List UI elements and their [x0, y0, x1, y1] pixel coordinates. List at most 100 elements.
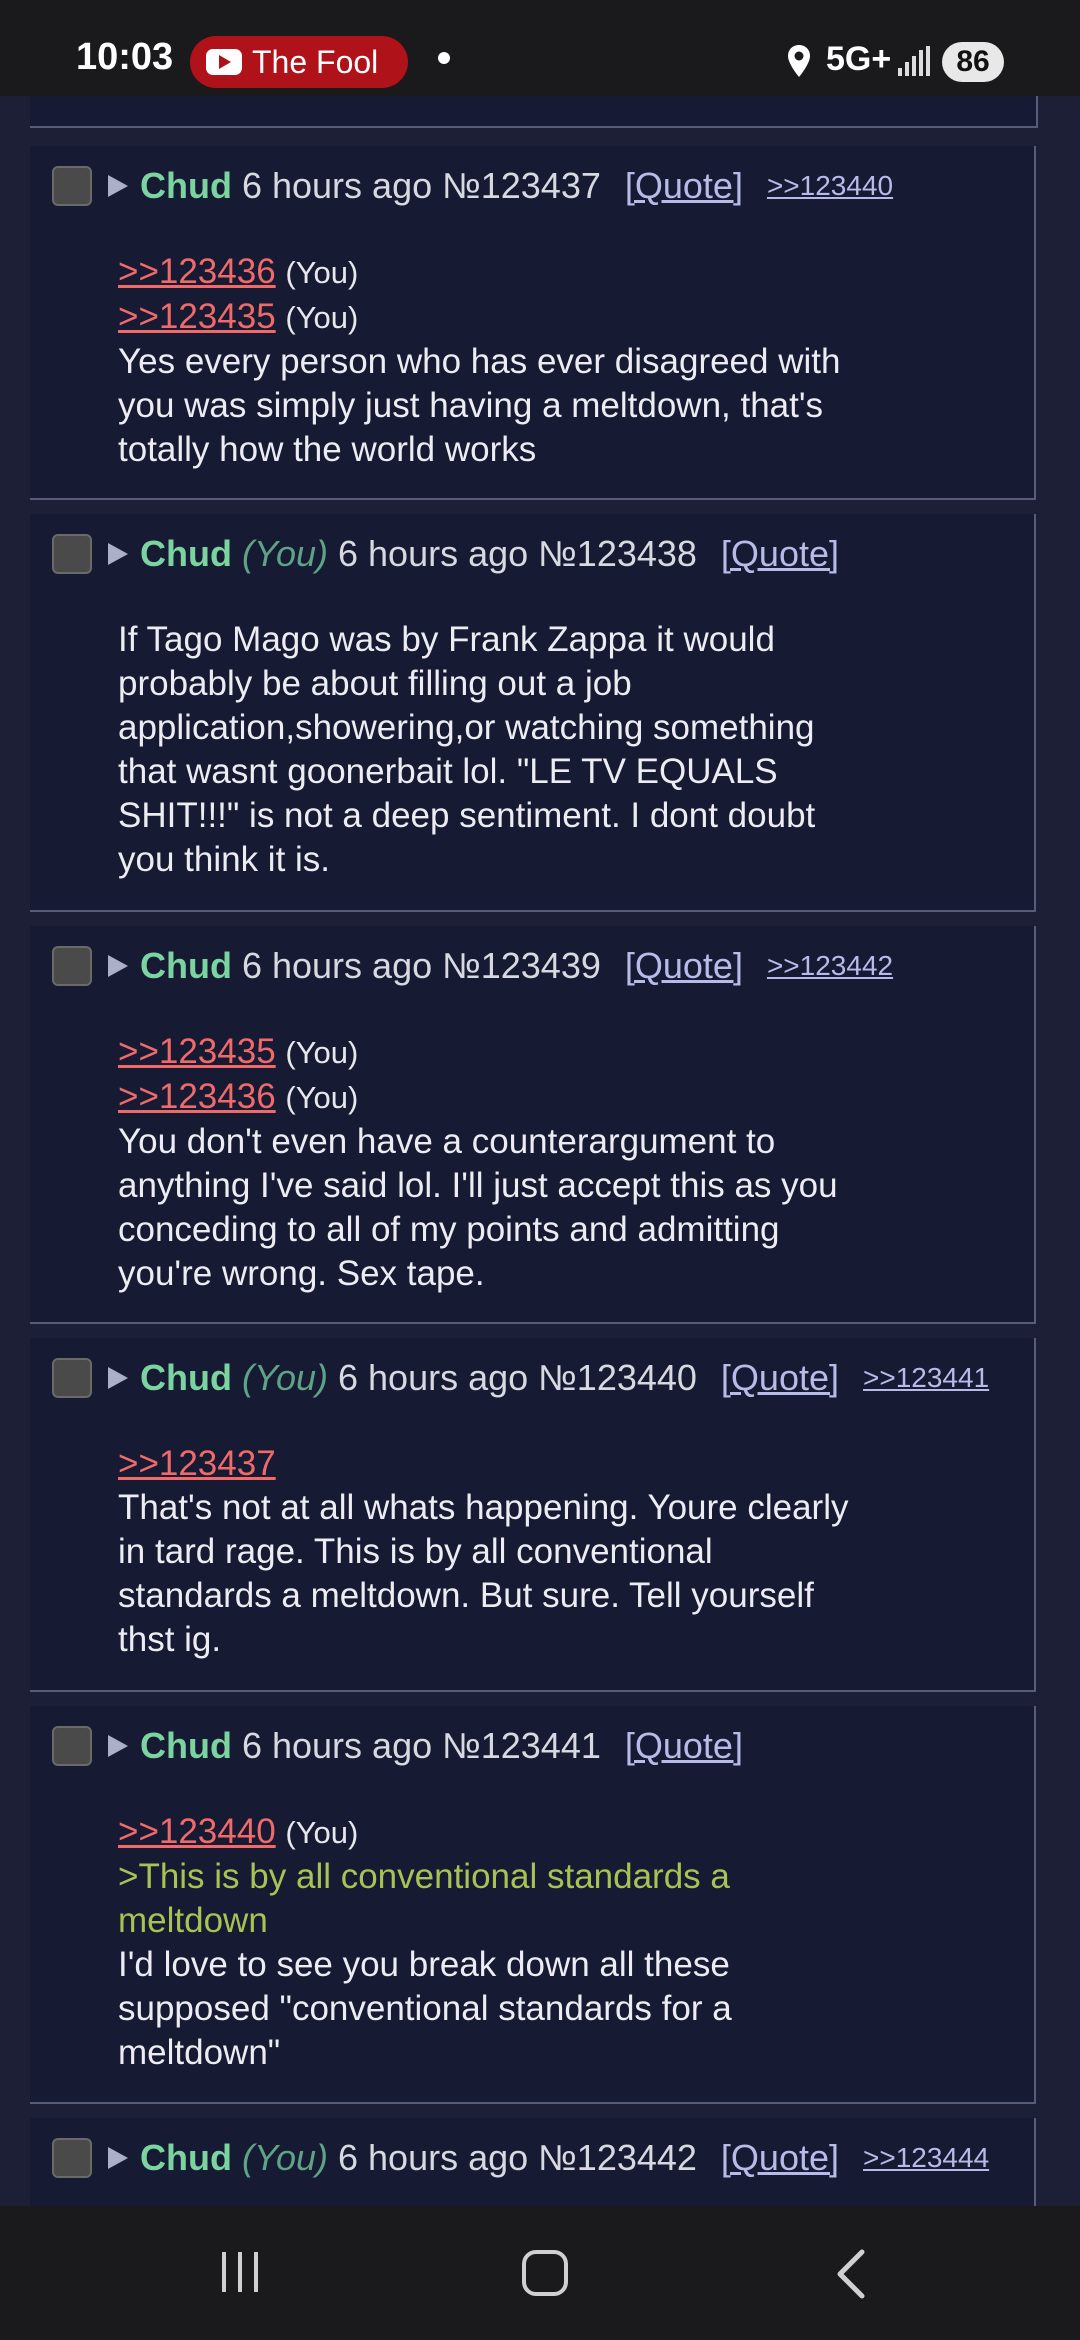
greentext-line: >This is by all conventional standards a	[118, 1857, 730, 1896]
post-body: >>123435 (You) >>123436 (You) You don't ev…	[118, 1030, 904, 1296]
poster-name: Chud	[140, 1725, 232, 1766]
you-tag: (You)	[241, 1357, 329, 1398]
post-text: I'd love to see you break down all these	[118, 1945, 730, 1984]
quote-button[interactable]: [Quote]	[625, 165, 743, 207]
post-line: standards a meltdown. But sure. Tell you…	[118, 1574, 904, 1618]
poster-name: Chud	[140, 2137, 232, 2178]
reply-backlink[interactable]: >>123440	[767, 170, 893, 202]
post-time: 6 hours ago	[241, 1725, 433, 1766]
post-line: >>123437	[118, 1442, 904, 1486]
post-text: meltdown"	[118, 2033, 281, 2072]
post-line: Yes every person who has ever disagreed …	[118, 340, 904, 384]
post-line: that wasnt goonerbait lol. "LE TV EQUALS	[118, 750, 904, 794]
previous-post-fragment	[30, 96, 1038, 128]
quote-button[interactable]: [Quote]	[721, 2137, 839, 2179]
reply-backlink[interactable]: >>123441	[863, 1362, 989, 1394]
post-number[interactable]: №123440	[538, 1357, 697, 1399]
post: Chud (You) 6 hours ago №123438 [Quote] If Tag…	[30, 514, 1036, 912]
post-text: SHIT!!!" is not a deep sentiment. I dont…	[118, 796, 816, 835]
quote-reference-link[interactable]: >>123435	[118, 297, 276, 336]
post-text: probably be about filling out a job	[118, 664, 632, 703]
you-tag: (You)	[241, 533, 329, 574]
post-text: If Tago Mago was by Frank Zappa it would	[118, 620, 775, 659]
post-text: You don't even have a counterargument to	[118, 1122, 776, 1161]
post-text: conceding to all of my points and admitt…	[118, 1210, 780, 1249]
post-number[interactable]: №123438	[538, 533, 697, 575]
post-number[interactable]: №123442	[538, 2137, 697, 2179]
post-select-checkbox[interactable]	[52, 166, 92, 206]
notification-dot-icon	[438, 52, 450, 64]
post-text: totally how the world works	[118, 430, 537, 469]
quote-reference-link[interactable]: >>123436	[118, 1077, 276, 1116]
quote-reference-link[interactable]: >>123437	[118, 1444, 276, 1483]
post-number[interactable]: №123439	[442, 945, 601, 987]
youtube-icon	[206, 49, 242, 75]
expand-triangle-icon[interactable]	[108, 2147, 128, 2169]
post-line: conceding to all of my points and admitt…	[118, 1208, 904, 1252]
post-line: You don't even have a counterargument to	[118, 1120, 904, 1164]
expand-triangle-icon[interactable]	[108, 955, 128, 977]
status-time: 10:03	[76, 36, 174, 78]
post-select-checkbox[interactable]	[52, 946, 92, 986]
post-header: Chud 6 hours ago №123439 [Quote] >>123442	[30, 926, 1034, 1006]
post-line: >>123435 (You)	[118, 295, 904, 340]
post-text: application,showering,or watching someth…	[118, 708, 815, 747]
post-text: you're wrong. Sex tape.	[118, 1254, 485, 1293]
post-time: 6 hours ago	[241, 945, 433, 986]
post-text: That's not at all whats happening. Youre…	[118, 1488, 849, 1527]
media-notification-pill[interactable]: The Fool	[190, 36, 408, 88]
reply-backlink[interactable]: >>123442	[767, 950, 893, 982]
post-line: probably be about filling out a job	[118, 662, 904, 706]
quote-button[interactable]: [Quote]	[721, 533, 839, 575]
post-line: supposed "conventional standards for a	[118, 1987, 904, 2031]
you-indicator: (You)	[285, 1035, 359, 1070]
you-indicator: (You)	[285, 1080, 359, 1115]
expand-triangle-icon[interactable]	[108, 175, 128, 197]
status-bar: 10:03 The Fool 5G+ 86	[0, 0, 1080, 96]
post-line: SHIT!!!" is not a deep sentiment. I dont…	[118, 794, 904, 838]
post-body: If Tago Mago was by Frank Zappa it would…	[118, 618, 904, 882]
post-line: application,showering,or watching someth…	[118, 706, 904, 750]
post-select-checkbox[interactable]	[52, 534, 92, 574]
quote-button[interactable]: [Quote]	[721, 1357, 839, 1399]
thread-container[interactable]: Chud 6 hours ago №123437 [Quote] >>123440 >>1…	[0, 96, 1080, 2206]
post-text: you was simply just having a meltdown, t…	[118, 386, 824, 425]
poster-name: Chud	[140, 533, 232, 574]
navigation-bar	[0, 2206, 1080, 2340]
quote-reference-link[interactable]: >>123435	[118, 1032, 276, 1071]
back-button[interactable]	[830, 2248, 870, 2300]
quote-button[interactable]: [Quote]	[625, 945, 743, 987]
post-header: Chud (You) 6 hours ago №123440 [Quote] >>1234…	[30, 1338, 1034, 1418]
post-line: totally how the world works	[118, 428, 904, 472]
post-select-checkbox[interactable]	[52, 1726, 92, 1766]
post-line: I'd love to see you break down all these	[118, 1943, 904, 1987]
post-time: 6 hours ago	[338, 1357, 529, 1398]
expand-triangle-icon[interactable]	[108, 1735, 128, 1757]
post-number[interactable]: №123441	[442, 1725, 601, 1767]
post-header: Chud 6 hours ago №123441 [Quote]	[30, 1706, 1034, 1786]
recents-button[interactable]	[222, 2252, 258, 2292]
expand-triangle-icon[interactable]	[108, 1367, 128, 1389]
you-indicator: (You)	[285, 300, 359, 335]
post-text: supposed "conventional standards for a	[118, 1989, 732, 2028]
post-number[interactable]: №123437	[442, 165, 601, 207]
post-line: you think it is.	[118, 838, 904, 882]
post-text: that wasnt goonerbait lol. "LE TV EQUALS	[118, 752, 778, 791]
post-line: >This is by all conventional standards a	[118, 1855, 904, 1899]
post-line: meltdown	[118, 1899, 904, 1943]
post-line: you're wrong. Sex tape.	[118, 1252, 904, 1296]
quote-button[interactable]: [Quote]	[625, 1725, 743, 1767]
greentext-line: meltdown	[118, 1901, 268, 1940]
reply-backlink[interactable]: >>123444	[863, 2142, 989, 2174]
quote-reference-link[interactable]: >>123436	[118, 252, 276, 291]
media-notification-title: The Fool	[252, 43, 379, 80]
quote-reference-link[interactable]: >>123440	[118, 1812, 276, 1851]
home-button[interactable]	[522, 2250, 568, 2296]
post-select-checkbox[interactable]	[52, 1358, 92, 1398]
post-text: anything I've said lol. I'll just accept…	[118, 1166, 838, 1205]
post: Chud 6 hours ago №123439 [Quote] >>123442 >>1…	[30, 926, 1036, 1324]
post-line: thst ig.	[118, 1618, 904, 1662]
expand-triangle-icon[interactable]	[108, 543, 128, 565]
post-text: standards a meltdown. But sure. Tell you…	[118, 1576, 814, 1615]
post-select-checkbox[interactable]	[52, 2138, 92, 2178]
